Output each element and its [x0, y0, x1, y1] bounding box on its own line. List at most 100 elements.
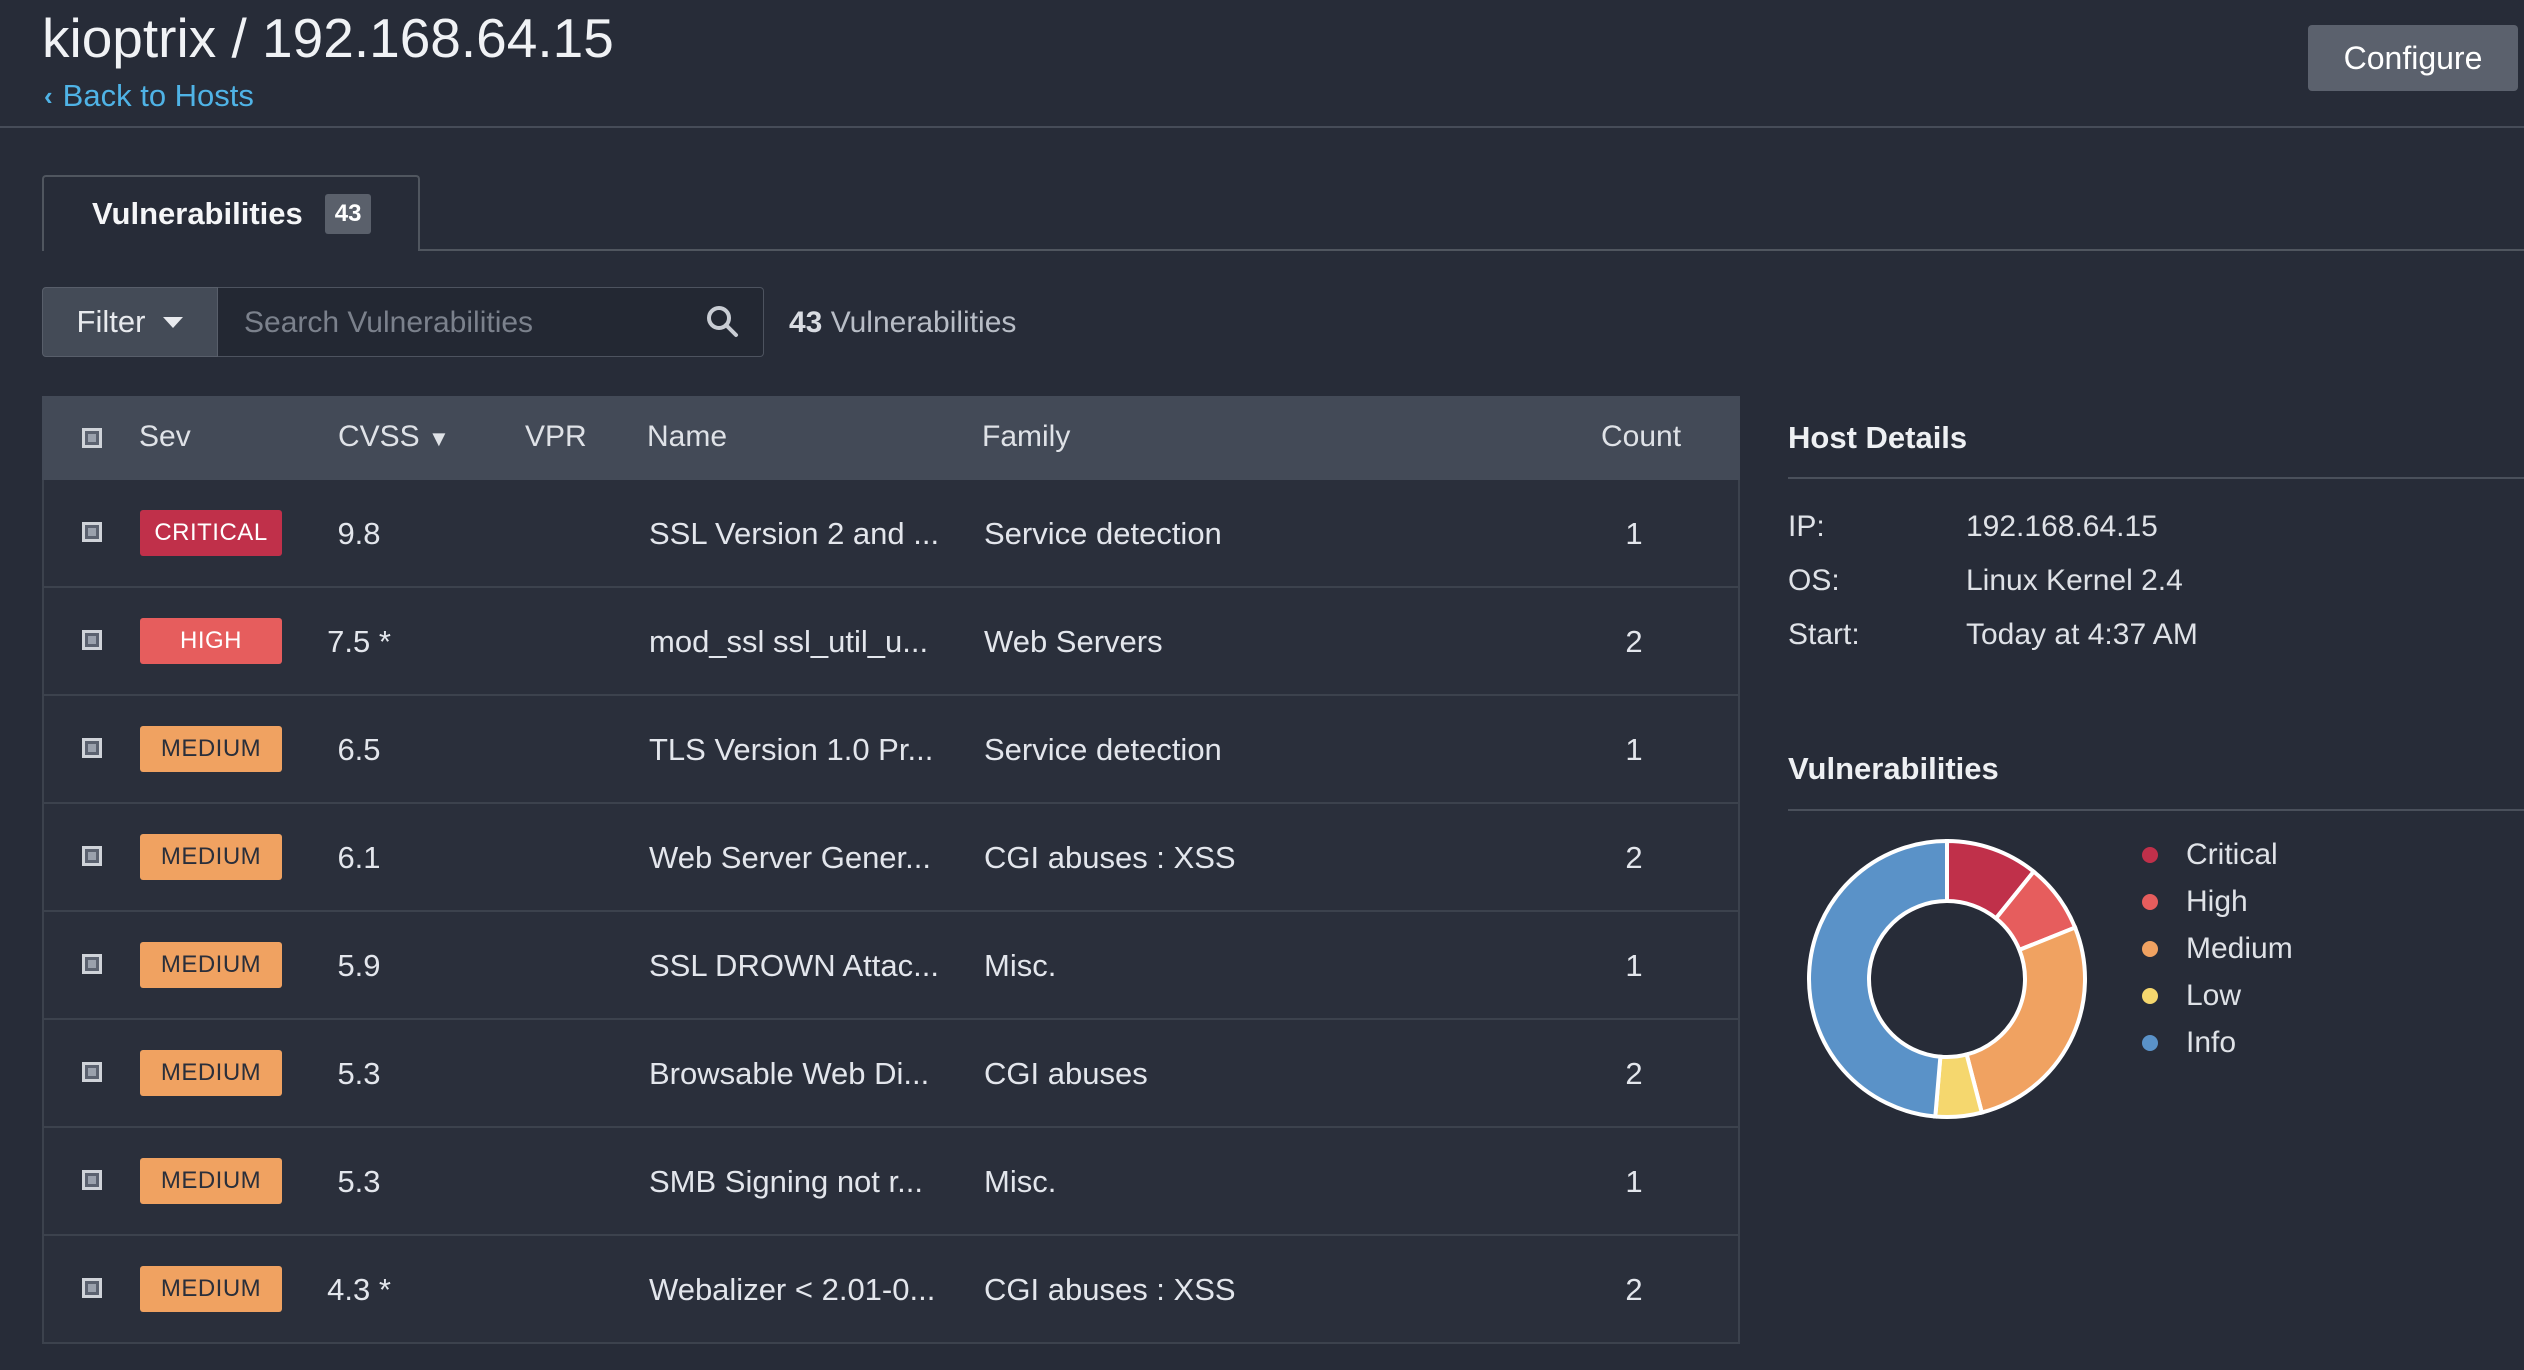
vulnerability-count-cell: 2 — [1625, 624, 1643, 659]
legend-item-medium[interactable]: Medium — [2142, 932, 2293, 966]
vulnerability-count-cell: 1 — [1625, 948, 1643, 983]
vulnerability-family: Service detection — [984, 732, 1222, 767]
donut-slice-medium[interactable] — [1964, 924, 2087, 1115]
filter-button[interactable]: Filter — [42, 287, 218, 357]
legend-dot — [2142, 847, 2158, 863]
cvss-score: 9.8 — [337, 516, 381, 551]
vulnerability-count-cell: 1 — [1625, 1164, 1643, 1199]
vulnerability-name: SMB Signing not r... — [649, 1164, 923, 1199]
row-checkbox[interactable] — [82, 738, 102, 758]
ip-label: IP: — [1788, 510, 1825, 543]
vulnerability-count-number: 43 — [789, 306, 823, 339]
vulnerability-family: CGI abuses — [984, 1056, 1148, 1091]
legend-label: Info — [2186, 1026, 2237, 1059]
column-header-cvss-label: CVSS — [338, 420, 420, 453]
host-details-title: Host Details — [1788, 420, 1968, 455]
page-title: kioptrix / 192.168.64.15 — [42, 7, 614, 69]
header-divider — [0, 126, 2524, 128]
vulnerability-name: Browsable Web Di... — [649, 1056, 930, 1091]
chevron-left-icon: ‹ — [44, 80, 53, 111]
tab-label: Vulnerabilities — [92, 196, 303, 231]
legend-dot — [2142, 988, 2158, 1004]
legend-item-info[interactable]: Info — [2142, 1026, 2236, 1060]
severity-badge: MEDIUM — [140, 1158, 282, 1204]
vulnerability-family: Service detection — [984, 516, 1222, 551]
vulnerabilities-chart-divider — [1788, 809, 2524, 811]
legend-label: Low — [2186, 979, 2242, 1012]
start-label: Start: — [1788, 618, 1860, 651]
search-box — [218, 287, 764, 358]
select-all-checkbox[interactable] — [82, 428, 102, 448]
cvss-score: 4.3 * — [327, 1272, 391, 1307]
cvss-score: 6.1 — [337, 840, 381, 875]
vulnerability-count-cell: 2 — [1625, 1272, 1643, 1307]
table-row[interactable]: HIGH 7.5 * mod_ssl ssl_util_u... Web Server… — [42, 588, 1740, 696]
vulnerability-count-suffix: Vulnerabilities — [830, 306, 1017, 339]
column-header-count[interactable]: Count — [1601, 420, 1681, 454]
cvss-score: 7.5 * — [327, 624, 391, 659]
host-details-divider — [1788, 477, 2524, 479]
table-row[interactable]: MEDIUM 6.5 TLS Version 1.0 Pr... Service de… — [42, 696, 1740, 804]
severity-badge: MEDIUM — [140, 1266, 282, 1312]
severity-badge: MEDIUM — [140, 942, 282, 988]
back-to-hosts-link[interactable]: ‹ Back to Hosts — [44, 78, 254, 114]
cvss-score: 5.9 — [337, 948, 381, 983]
ip-value: 192.168.64.15 — [1966, 510, 2158, 543]
cvss-score: 5.3 — [337, 1056, 381, 1091]
table-row[interactable]: MEDIUM 5.9 SSL DROWN Attac... Misc. 1 — [42, 912, 1740, 1020]
search-input[interactable] — [242, 288, 686, 358]
column-header-family[interactable]: Family — [982, 420, 1070, 454]
table-row[interactable]: CRITICAL 9.8 SSL Version 2 and ... Service … — [42, 480, 1740, 588]
vulnerability-name: TLS Version 1.0 Pr... — [649, 732, 934, 767]
vulnerability-name: Webalizer < 2.01-0... — [649, 1272, 936, 1307]
row-checkbox[interactable] — [82, 630, 102, 650]
donut-slice-info[interactable] — [1807, 838, 1949, 1119]
severity-badge: CRITICAL — [140, 510, 282, 556]
table-body: CRITICAL 9.8 SSL Version 2 and ... Service … — [42, 480, 1740, 1344]
tab-count-badge: 43 — [324, 194, 372, 234]
legend-dot — [2142, 894, 2158, 910]
start-value: Today at 4:37 AM — [1966, 618, 2198, 651]
caret-down-icon — [163, 316, 184, 328]
vulnerability-name: mod_ssl ssl_util_u... — [649, 624, 929, 659]
legend-item-low[interactable]: Low — [2142, 979, 2241, 1013]
legend-dot — [2142, 941, 2158, 957]
search-icon[interactable] — [704, 303, 740, 339]
vulnerability-count-cell: 1 — [1625, 516, 1643, 551]
table-row[interactable]: MEDIUM 4.3 * Webalizer < 2.01-0... CGI abus… — [42, 1236, 1740, 1344]
legend-label: High — [2186, 885, 2248, 918]
row-checkbox[interactable] — [82, 1278, 102, 1298]
vulnerability-count-cell: 2 — [1625, 840, 1643, 875]
column-header-cvss[interactable]: CVSS ▼ — [338, 420, 450, 454]
vulnerability-family: CGI abuses : XSS — [984, 840, 1236, 875]
cvss-score: 6.5 — [337, 732, 381, 767]
vulnerability-family: CGI abuses : XSS — [984, 1272, 1236, 1307]
row-checkbox[interactable] — [82, 522, 102, 542]
severity-badge: MEDIUM — [140, 834, 282, 880]
vulnerability-family: Web Servers — [984, 624, 1163, 659]
vulnerabilities-chart-title: Vulnerabilities — [1788, 751, 1999, 786]
severity-badge: MEDIUM — [140, 1050, 282, 1096]
tab-vulnerabilities[interactable]: Vulnerabilities 43 — [42, 175, 420, 251]
row-checkbox[interactable] — [82, 846, 102, 866]
row-checkbox[interactable] — [82, 1062, 102, 1082]
vulnerabilities-table: Sev CVSS ▼ VPR Name Family Count CRITICA… — [42, 396, 1740, 1344]
column-header-sev[interactable]: Sev — [139, 420, 191, 454]
column-header-vpr[interactable]: VPR — [525, 420, 587, 454]
legend-item-high[interactable]: High — [2142, 885, 2248, 919]
column-header-name[interactable]: Name — [647, 420, 727, 454]
vulnerabilities-donut-chart[interactable] — [1802, 834, 2092, 1124]
vulnerability-family: Misc. — [984, 1164, 1057, 1199]
table-row[interactable]: MEDIUM 6.1 Web Server Gener... CGI abuses :… — [42, 804, 1740, 912]
legend-label: Medium — [2186, 932, 2293, 965]
row-checkbox[interactable] — [82, 954, 102, 974]
severity-badge: HIGH — [140, 618, 282, 664]
table-row[interactable]: MEDIUM 5.3 SMB Signing not r... Misc. 1 — [42, 1128, 1740, 1236]
cvss-score: 5.3 — [337, 1164, 381, 1199]
table-row[interactable]: MEDIUM 5.3 Browsable Web Di... CGI abuses 2 — [42, 1020, 1740, 1128]
vulnerability-count-cell: 1 — [1625, 732, 1643, 767]
row-checkbox[interactable] — [82, 1170, 102, 1190]
legend-item-critical[interactable]: Critical — [2142, 838, 2278, 872]
configure-button[interactable]: Configure — [2308, 25, 2518, 91]
os-label: OS: — [1788, 564, 1840, 597]
